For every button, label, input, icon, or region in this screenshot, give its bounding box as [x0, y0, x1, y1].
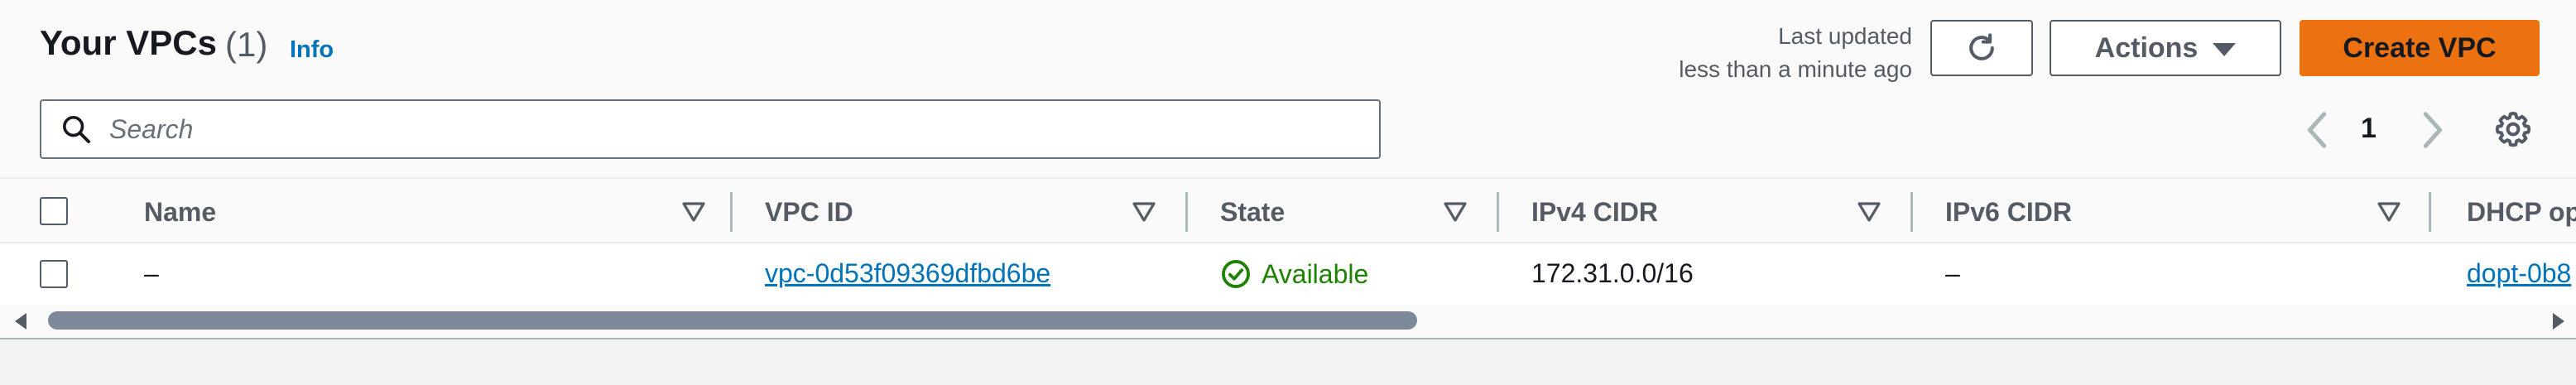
actions-label: Actions — [2094, 31, 2199, 64]
last-updated-value: less than a minute ago — [1679, 56, 1912, 82]
search-box[interactable] — [40, 99, 1381, 159]
cell-dhcp-options-link[interactable]: dopt-0b8 — [2467, 258, 2571, 289]
last-updated-label: Last updated — [1778, 23, 1912, 49]
cell-name: – — [144, 258, 159, 288]
sort-icon[interactable] — [2377, 202, 2401, 222]
vpc-panel: Your VPCs (1) Info Last updated less tha… — [0, 0, 2576, 339]
cell-ipv6-cidr: – — [1945, 258, 1960, 288]
previous-page-icon[interactable] — [2301, 109, 2334, 151]
state-label: Available — [1262, 258, 1369, 289]
table-header: Name VPC ID State IPv4 CIDR IPv6 CIDR DH… — [0, 177, 2576, 243]
column-divider[interactable] — [2429, 192, 2431, 232]
column-header-vpc-id[interactable]: VPC ID — [765, 197, 853, 228]
search-icon — [63, 116, 90, 143]
scroll-right-arrow-icon[interactable] — [2553, 313, 2564, 330]
horizontal-scrollbar[interactable] — [0, 305, 2576, 338]
vpc-count: (1) — [225, 25, 268, 64]
column-divider[interactable] — [730, 192, 733, 232]
column-header-ipv4-cidr[interactable]: IPv4 CIDR — [1531, 197, 1658, 228]
sort-icon[interactable] — [1444, 202, 1467, 222]
column-header-dhcp-options[interactable]: DHCP op — [2467, 197, 2576, 228]
actions-dropdown[interactable]: Actions — [2050, 20, 2281, 76]
column-divider[interactable] — [1185, 192, 1188, 232]
sort-icon[interactable] — [1132, 202, 1156, 222]
scroll-left-arrow-icon[interactable] — [15, 313, 26, 330]
info-link[interactable]: Info — [290, 36, 334, 64]
last-updated: Last updated less than a minute ago — [1679, 20, 1912, 86]
cell-vpc-id-link[interactable]: vpc-0d53f09369dfbd6be — [765, 258, 1050, 289]
settings-gear-icon[interactable] — [2493, 109, 2533, 149]
sort-icon[interactable] — [682, 202, 705, 222]
sort-icon[interactable] — [1858, 202, 1881, 222]
refresh-icon — [1969, 33, 1994, 60]
search-input[interactable] — [109, 113, 1351, 145]
column-header-state[interactable]: State — [1220, 197, 1285, 228]
page-number[interactable]: 1 — [2361, 113, 2377, 145]
column-header-ipv6-cidr[interactable]: IPv6 CIDR — [1945, 197, 2072, 228]
row-checkbox[interactable] — [40, 260, 68, 288]
page-title: Your VPCs — [40, 23, 217, 62]
scrollbar-thumb[interactable] — [48, 311, 1417, 330]
next-page-icon[interactable] — [2415, 109, 2449, 151]
refresh-button[interactable] — [1930, 20, 2033, 76]
create-vpc-button[interactable]: Create VPC — [2300, 20, 2540, 76]
cell-ipv4-cidr: 172.31.0.0/16 — [1531, 258, 1694, 288]
column-divider[interactable] — [1497, 192, 1499, 232]
table-row[interactable]: – vpc-0d53f09369dfbd6be Available 172.31… — [0, 243, 2576, 305]
caret-down-icon — [2213, 42, 2237, 56]
column-header-name[interactable]: Name — [144, 197, 216, 228]
check-circle-icon — [1222, 260, 1250, 288]
cell-state: Available — [1220, 258, 1368, 290]
select-all-checkbox[interactable] — [40, 197, 68, 225]
column-divider[interactable] — [1910, 192, 1913, 232]
